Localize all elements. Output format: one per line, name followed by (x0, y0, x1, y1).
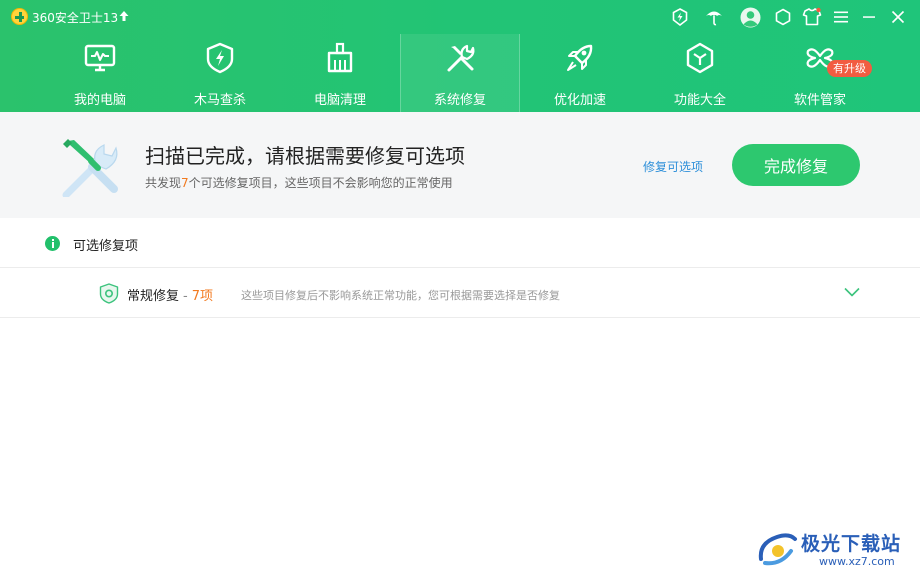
shield-check-icon (99, 283, 119, 304)
cube-icon (686, 42, 714, 74)
nav-label: 电脑清理 (313, 93, 366, 108)
nav-item-software-manager[interactable]: 有升级 软件管家 (760, 34, 880, 112)
minimize-icon[interactable] (858, 6, 880, 28)
nav-item-trojan-scan[interactable]: 木马查杀 (160, 34, 280, 112)
chevron-down-icon[interactable] (843, 286, 861, 298)
info-icon (45, 236, 60, 251)
menu-icon[interactable] (830, 6, 852, 28)
watermark-logo (758, 533, 797, 566)
hexagon-settings-icon[interactable] (772, 6, 794, 28)
watermark-name: 极光下载站 (801, 533, 902, 555)
nav-label: 软件管家 (793, 93, 846, 108)
skin-shirt-icon[interactable] (801, 6, 823, 28)
nav-item-optimize-speedup[interactable]: 优化加速 (520, 34, 640, 112)
repair-category-row[interactable]: 常规修复 -7项 这些项目修复后不影响系统正常功能，您可根据需要选择是否修复 (0, 268, 920, 318)
umbrella-icon[interactable] (703, 6, 725, 28)
site-watermark: 极光下载站 www.xz7.com (757, 527, 917, 573)
shield-lightning-icon (206, 42, 234, 74)
nav-item-computer-cleanup[interactable]: 电脑清理 (280, 34, 400, 112)
computer-icon (84, 44, 116, 72)
section-title: 可选修复项 (73, 239, 139, 254)
app-title: 360安全卫士13 (32, 11, 119, 25)
found-count: 7 (181, 176, 189, 190)
nav-item-my-computer[interactable]: 我的电脑 (40, 34, 160, 112)
nav-label: 功能大全 (673, 93, 726, 108)
nav-item-function-center[interactable]: 功能大全 (640, 34, 760, 112)
header: 360安全卫士13 我的电脑 木马查杀 电脑清理 系统修复 优化加速 功能大全 … (0, 0, 920, 112)
repair-tools-illustration (62, 139, 118, 197)
watermark-url: www.xz7.com (819, 555, 895, 568)
repair-item-count: 7项 (191, 289, 213, 304)
scan-complete-title: 扫描已完成，请根据需要修复可选项 (145, 144, 465, 168)
user-avatar-icon[interactable] (739, 6, 761, 28)
main-nav: 我的电脑 木马查杀 电脑清理 系统修复 优化加速 功能大全 有升级 软件管家 (40, 34, 880, 112)
broom-icon (327, 42, 353, 73)
nav-label: 我的电脑 (73, 93, 126, 108)
titlebar: 360安全卫士13 (0, 0, 920, 34)
rocket-icon (567, 44, 593, 71)
wrench-screwdriver-icon (447, 44, 475, 72)
shield-lightning-icon[interactable] (669, 6, 691, 28)
optional-repairs-header: 可选修复项 (0, 218, 920, 268)
nav-label: 优化加速 (553, 93, 606, 108)
nav-item-system-repair[interactable]: 系统修复 (400, 34, 520, 112)
finish-repair-button[interactable]: 完成修复 (732, 144, 860, 186)
repair-category-description: 这些项目修复后不影响系统正常功能，您可根据需要选择是否修复 (241, 289, 560, 302)
app-logo-icon (11, 8, 28, 25)
upgrade-badge: 有升级 (827, 60, 872, 77)
scan-result-banner: 扫描已完成，请根据需要修复可选项 共发现7个可选修复项目，这些项目不会影响您的正… (0, 112, 920, 218)
nav-label: 系统修复 (433, 93, 486, 108)
nav-label: 木马查杀 (193, 93, 246, 108)
repair-options-link[interactable]: 修复可选项 (643, 158, 703, 175)
close-icon[interactable] (887, 6, 909, 28)
scan-summary: 共发现7个可选修复项目，这些项目不会影响您的正常使用 (145, 176, 453, 190)
repair-category-name: 常规修复 -7项 (127, 289, 213, 304)
upgrade-arrow-icon[interactable] (118, 10, 130, 22)
